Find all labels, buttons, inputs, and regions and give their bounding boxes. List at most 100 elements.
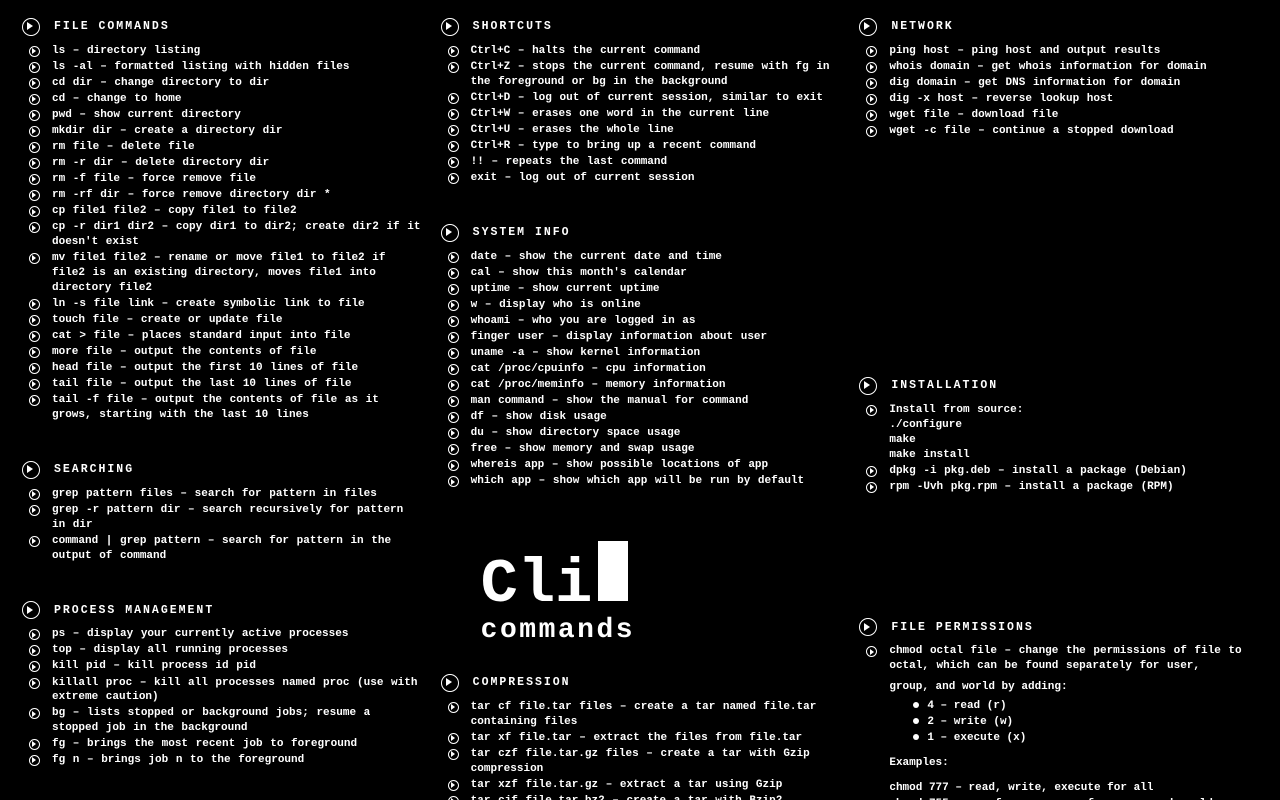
list-item: whereis app – show possible locations of… bbox=[441, 458, 840, 473]
arrow-circle-icon bbox=[859, 18, 877, 36]
item-list: ping host – ping host and output results… bbox=[859, 44, 1258, 139]
list-item: rpm -Uvh pkg.rpm – install a package (RP… bbox=[859, 480, 1258, 495]
column-1: SHORTCUTS Ctrl+C – halts the current comm… bbox=[441, 18, 840, 800]
bullet-text: 2 – write (w) bbox=[927, 716, 1013, 728]
item-list: ps – display your currently active proce… bbox=[22, 627, 421, 768]
list-item: fg – brings the most recent job to foreg… bbox=[22, 737, 421, 752]
item-list: tar cf file.tar files – create a tar nam… bbox=[441, 700, 840, 800]
list-item: ls -al – formatted listing with hidden f… bbox=[22, 60, 421, 75]
list-item: Ctrl+D – log out of current session, sim… bbox=[441, 91, 840, 106]
arrow-circle-icon bbox=[859, 377, 877, 395]
section-title: NETWORK bbox=[891, 19, 953, 35]
list-item: Ctrl+Z – stops the current command, resu… bbox=[441, 60, 840, 90]
section-header: SEARCHING bbox=[22, 461, 421, 479]
list-item: dig -x host – reverse lookup host bbox=[859, 92, 1258, 107]
section-header: FILE COMMANDS bbox=[22, 18, 421, 36]
section: SEARCHING grep pattern files – search for… bbox=[22, 461, 421, 564]
list-item: mv file1 file2 – rename or move file1 to… bbox=[22, 251, 421, 296]
item-list: Ctrl+C – halts the current commandCtrl+Z… bbox=[441, 44, 840, 186]
bullet-text: 4 – read (r) bbox=[927, 700, 1006, 712]
extra-lead: group, and world by adding: bbox=[889, 680, 1258, 695]
list-item: Ctrl+U – erases the whole line bbox=[441, 123, 840, 138]
list-item: Install from source:./configuremakemake … bbox=[859, 403, 1258, 462]
section-header: INSTALLATION bbox=[859, 377, 1258, 395]
list-item: whoami – who you are logged in as bbox=[441, 314, 840, 329]
example-line: chmod 777 – read, write, execute for all bbox=[889, 781, 1258, 796]
arrow-circle-icon bbox=[859, 618, 877, 636]
list-item: wget -c file – continue a stopped downlo… bbox=[859, 124, 1258, 139]
list-item: bg – lists stopped or background jobs; r… bbox=[22, 706, 421, 736]
arrow-circle-icon bbox=[22, 18, 40, 36]
section-title: SHORTCUTS bbox=[473, 19, 553, 35]
list-item: cp file1 file2 – copy file1 to file2 bbox=[22, 204, 421, 219]
cli-logo: Clicommands bbox=[441, 527, 840, 674]
list-item: free – show memory and swap usage bbox=[441, 442, 840, 457]
list-item: rm -rf dir – force remove directory dir … bbox=[22, 188, 421, 203]
section-title: SYSTEM INFO bbox=[473, 225, 571, 241]
list-item: rm -r dir – delete directory dir bbox=[22, 156, 421, 171]
item-list: chmod octal file – change the permission… bbox=[859, 644, 1258, 674]
list-item: ln -s file link – create symbolic link t… bbox=[22, 297, 421, 312]
bullet-item: 1 – execute (x) bbox=[913, 731, 1258, 746]
list-item: tar xf file.tar – extract the files from… bbox=[441, 731, 840, 746]
list-item: date – show the current date and time bbox=[441, 250, 840, 265]
list-item: killall proc – kill all processes named … bbox=[22, 676, 421, 706]
arrow-circle-icon bbox=[441, 674, 459, 692]
bullet-icon bbox=[913, 702, 919, 708]
section: SHORTCUTS Ctrl+C – halts the current comm… bbox=[441, 18, 840, 186]
section: PROCESS MANAGEMENT ps – display your curr… bbox=[22, 601, 421, 768]
list-item: cd – change to home bbox=[22, 92, 421, 107]
list-item: du – show directory space usage bbox=[441, 426, 840, 441]
list-item: cat > file – places standard input into … bbox=[22, 329, 421, 344]
section: COMPRESSION tar cf file.tar files – creat… bbox=[441, 674, 840, 800]
section-title: PROCESS MANAGEMENT bbox=[54, 603, 214, 619]
item-list: Install from source:./configuremakemake … bbox=[859, 403, 1258, 494]
list-item: rm file – delete file bbox=[22, 140, 421, 155]
list-item: tar cjf file.tar.bz2 – create a tar with… bbox=[441, 794, 840, 800]
list-item: more file – output the contents of file bbox=[22, 345, 421, 360]
list-item: chmod octal file – change the permission… bbox=[859, 644, 1258, 674]
list-item: wget file – download file bbox=[859, 108, 1258, 123]
section-header: FILE PERMISSIONS bbox=[859, 618, 1258, 636]
list-item: cp -r dir1 dir2 – copy dir1 to dir2; cre… bbox=[22, 220, 421, 250]
list-item: cat /proc/cpuinfo – cpu information bbox=[441, 362, 840, 377]
permissions-extra: group, and world by adding: 4 – read (r) 2… bbox=[859, 680, 1258, 800]
list-item: ls – directory listing bbox=[22, 44, 421, 59]
column-2: NETWORK ping host – ping host and output … bbox=[859, 18, 1258, 800]
section-title: FILE PERMISSIONS bbox=[891, 620, 1033, 636]
bullet-item: 4 – read (r) bbox=[913, 699, 1258, 714]
section: FILE PERMISSIONS chmod octal file – chang… bbox=[859, 618, 1258, 800]
section: INSTALLATION Install from source:./config… bbox=[859, 377, 1258, 494]
section-header: SYSTEM INFO bbox=[441, 224, 840, 242]
list-item: Ctrl+C – halts the current command bbox=[441, 44, 840, 59]
list-item: tar xzf file.tar.gz – extract a tar usin… bbox=[441, 778, 840, 793]
arrow-circle-icon bbox=[441, 224, 459, 242]
item-list: date – show the current date and timecal… bbox=[441, 250, 840, 489]
list-item: mkdir dir – create a directory dir bbox=[22, 124, 421, 139]
arrow-circle-icon bbox=[441, 18, 459, 36]
list-item: cd dir – change directory to dir bbox=[22, 76, 421, 91]
list-item: touch file – create or update file bbox=[22, 313, 421, 328]
list-item: top – display all running processes bbox=[22, 643, 421, 658]
list-item: tar cf file.tar files – create a tar nam… bbox=[441, 700, 840, 730]
list-item: whois domain – get whois information for… bbox=[859, 60, 1258, 75]
list-item: pwd – show current directory bbox=[22, 108, 421, 123]
list-item: Ctrl+R – type to bring up a recent comma… bbox=[441, 139, 840, 154]
section: NETWORK ping host – ping host and output … bbox=[859, 18, 1258, 139]
list-item: ping host – ping host and output results bbox=[859, 44, 1258, 59]
list-item: man command – show the manual for comman… bbox=[441, 394, 840, 409]
section-title: SEARCHING bbox=[54, 462, 134, 478]
list-item: Ctrl+W – erases one word in the current … bbox=[441, 107, 840, 122]
item-list: grep pattern files – search for pattern … bbox=[22, 487, 421, 564]
list-item: kill pid – kill process id pid bbox=[22, 659, 421, 674]
list-item: head file – output the first 10 lines of… bbox=[22, 361, 421, 376]
section-header: SHORTCUTS bbox=[441, 18, 840, 36]
list-item: ps – display your currently active proce… bbox=[22, 627, 421, 642]
section-title: COMPRESSION bbox=[473, 675, 571, 691]
section-header: COMPRESSION bbox=[441, 674, 840, 692]
list-item: tail -f file – output the contents of fi… bbox=[22, 393, 421, 423]
section-title: INSTALLATION bbox=[891, 378, 998, 394]
list-item: which app – show which app will be run b… bbox=[441, 474, 840, 489]
section: FILE COMMANDS ls – directory listingls -a… bbox=[22, 18, 421, 423]
arrow-circle-icon bbox=[22, 461, 40, 479]
